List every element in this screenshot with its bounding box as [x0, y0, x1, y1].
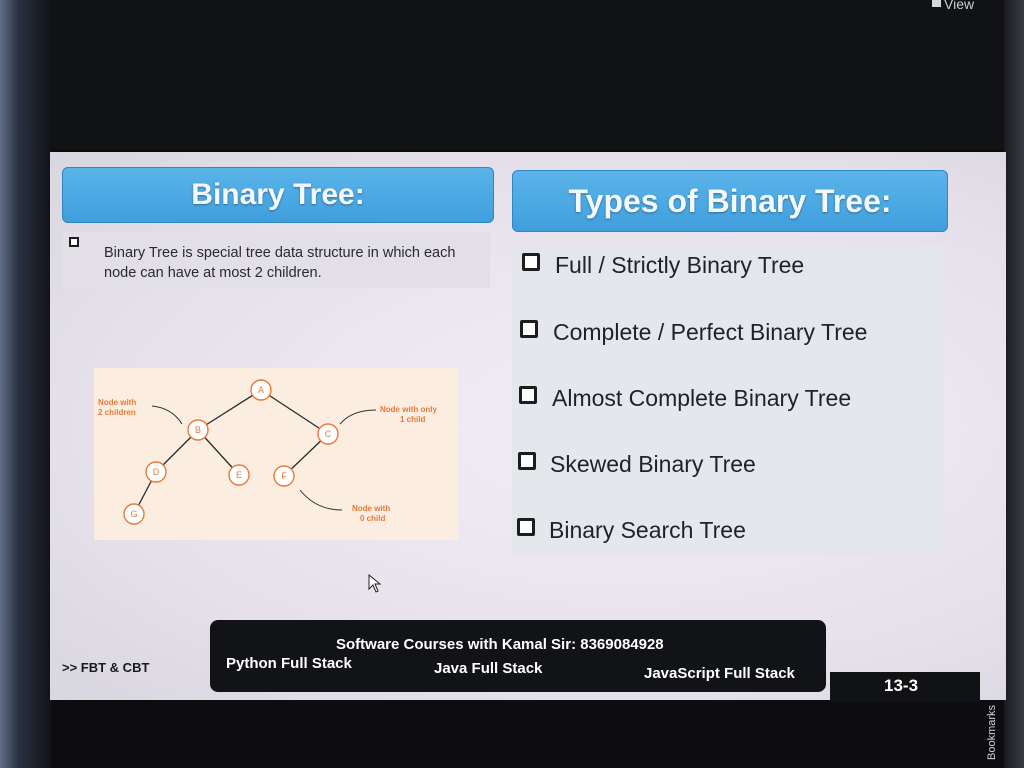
node-label-b: B [195, 425, 201, 435]
annotation-one-child-line2: 1 child [400, 415, 425, 424]
view-icon[interactable] [932, 0, 941, 7]
type-item-complete: Complete / Perfect Binary Tree [553, 319, 868, 345]
arrow-two-children [151, 405, 183, 425]
section-label: >> FBT & CBT [62, 660, 150, 675]
node-label-d: D [153, 467, 160, 477]
annotation-zero-child-line1: Node with [352, 504, 390, 513]
arrow-one-child [339, 409, 377, 425]
checkbox-bullet-icon [522, 253, 540, 271]
monitor-bezel-left [0, 0, 52, 768]
binary-tree-header: Binary Tree: [62, 167, 494, 223]
bookmarks-tab[interactable]: Bookmarks [986, 705, 998, 760]
screen-top-area [52, 0, 1004, 150]
definition-text: Binary Tree is special tree data structu… [104, 245, 456, 281]
page-number: 13-3 [884, 676, 919, 695]
type-item-bst: Binary Search Tree [549, 517, 746, 543]
type-item-almost-complete: Almost Complete Binary Tree [552, 385, 852, 411]
edge-a-c [260, 389, 329, 435]
banner-title: Software Courses with Kamal Sir: 8369084… [336, 636, 664, 653]
edge-a-b [197, 389, 262, 431]
checkbox-bullet-icon [520, 320, 538, 338]
banner-course-python: Python Full Stack [226, 655, 352, 672]
annotation-zero-child-line2: 0 child [360, 514, 385, 523]
view-menu-label[interactable]: View [944, 0, 974, 12]
banner-course-javascript: JavaScript Full Stack [644, 665, 795, 682]
screen-bottom-area [52, 700, 1004, 768]
banner-course-java: Java Full Stack [434, 660, 543, 677]
checkbox-bullet-icon [518, 452, 536, 470]
binary-tree-diagram: A B C D E F G Node with 2 children Node … [94, 368, 458, 540]
node-label-e: E [236, 470, 242, 480]
node-label-a: A [258, 385, 264, 395]
node-label-f: F [281, 471, 287, 481]
checkbox-bullet-icon [517, 518, 535, 536]
type-item-skewed: Skewed Binary Tree [550, 451, 756, 477]
type-item-full: Full / Strictly Binary Tree [555, 252, 805, 278]
annotation-two-children-line1: Node with [98, 398, 136, 407]
mouse-cursor-icon [368, 573, 382, 599]
arrow-zero-child [299, 489, 343, 511]
node-label-g: G [130, 509, 137, 519]
node-label-c: C [325, 429, 332, 439]
types-header: Types of Binary Tree: [512, 170, 948, 232]
annotation-one-child-line1: Node with only [380, 405, 437, 414]
annotation-two-children-line2: 2 children [98, 408, 136, 417]
checkbox-bullet-icon [519, 386, 537, 404]
checkbox-bullet-icon [69, 237, 79, 247]
monitor-bezel-right [1004, 0, 1024, 768]
